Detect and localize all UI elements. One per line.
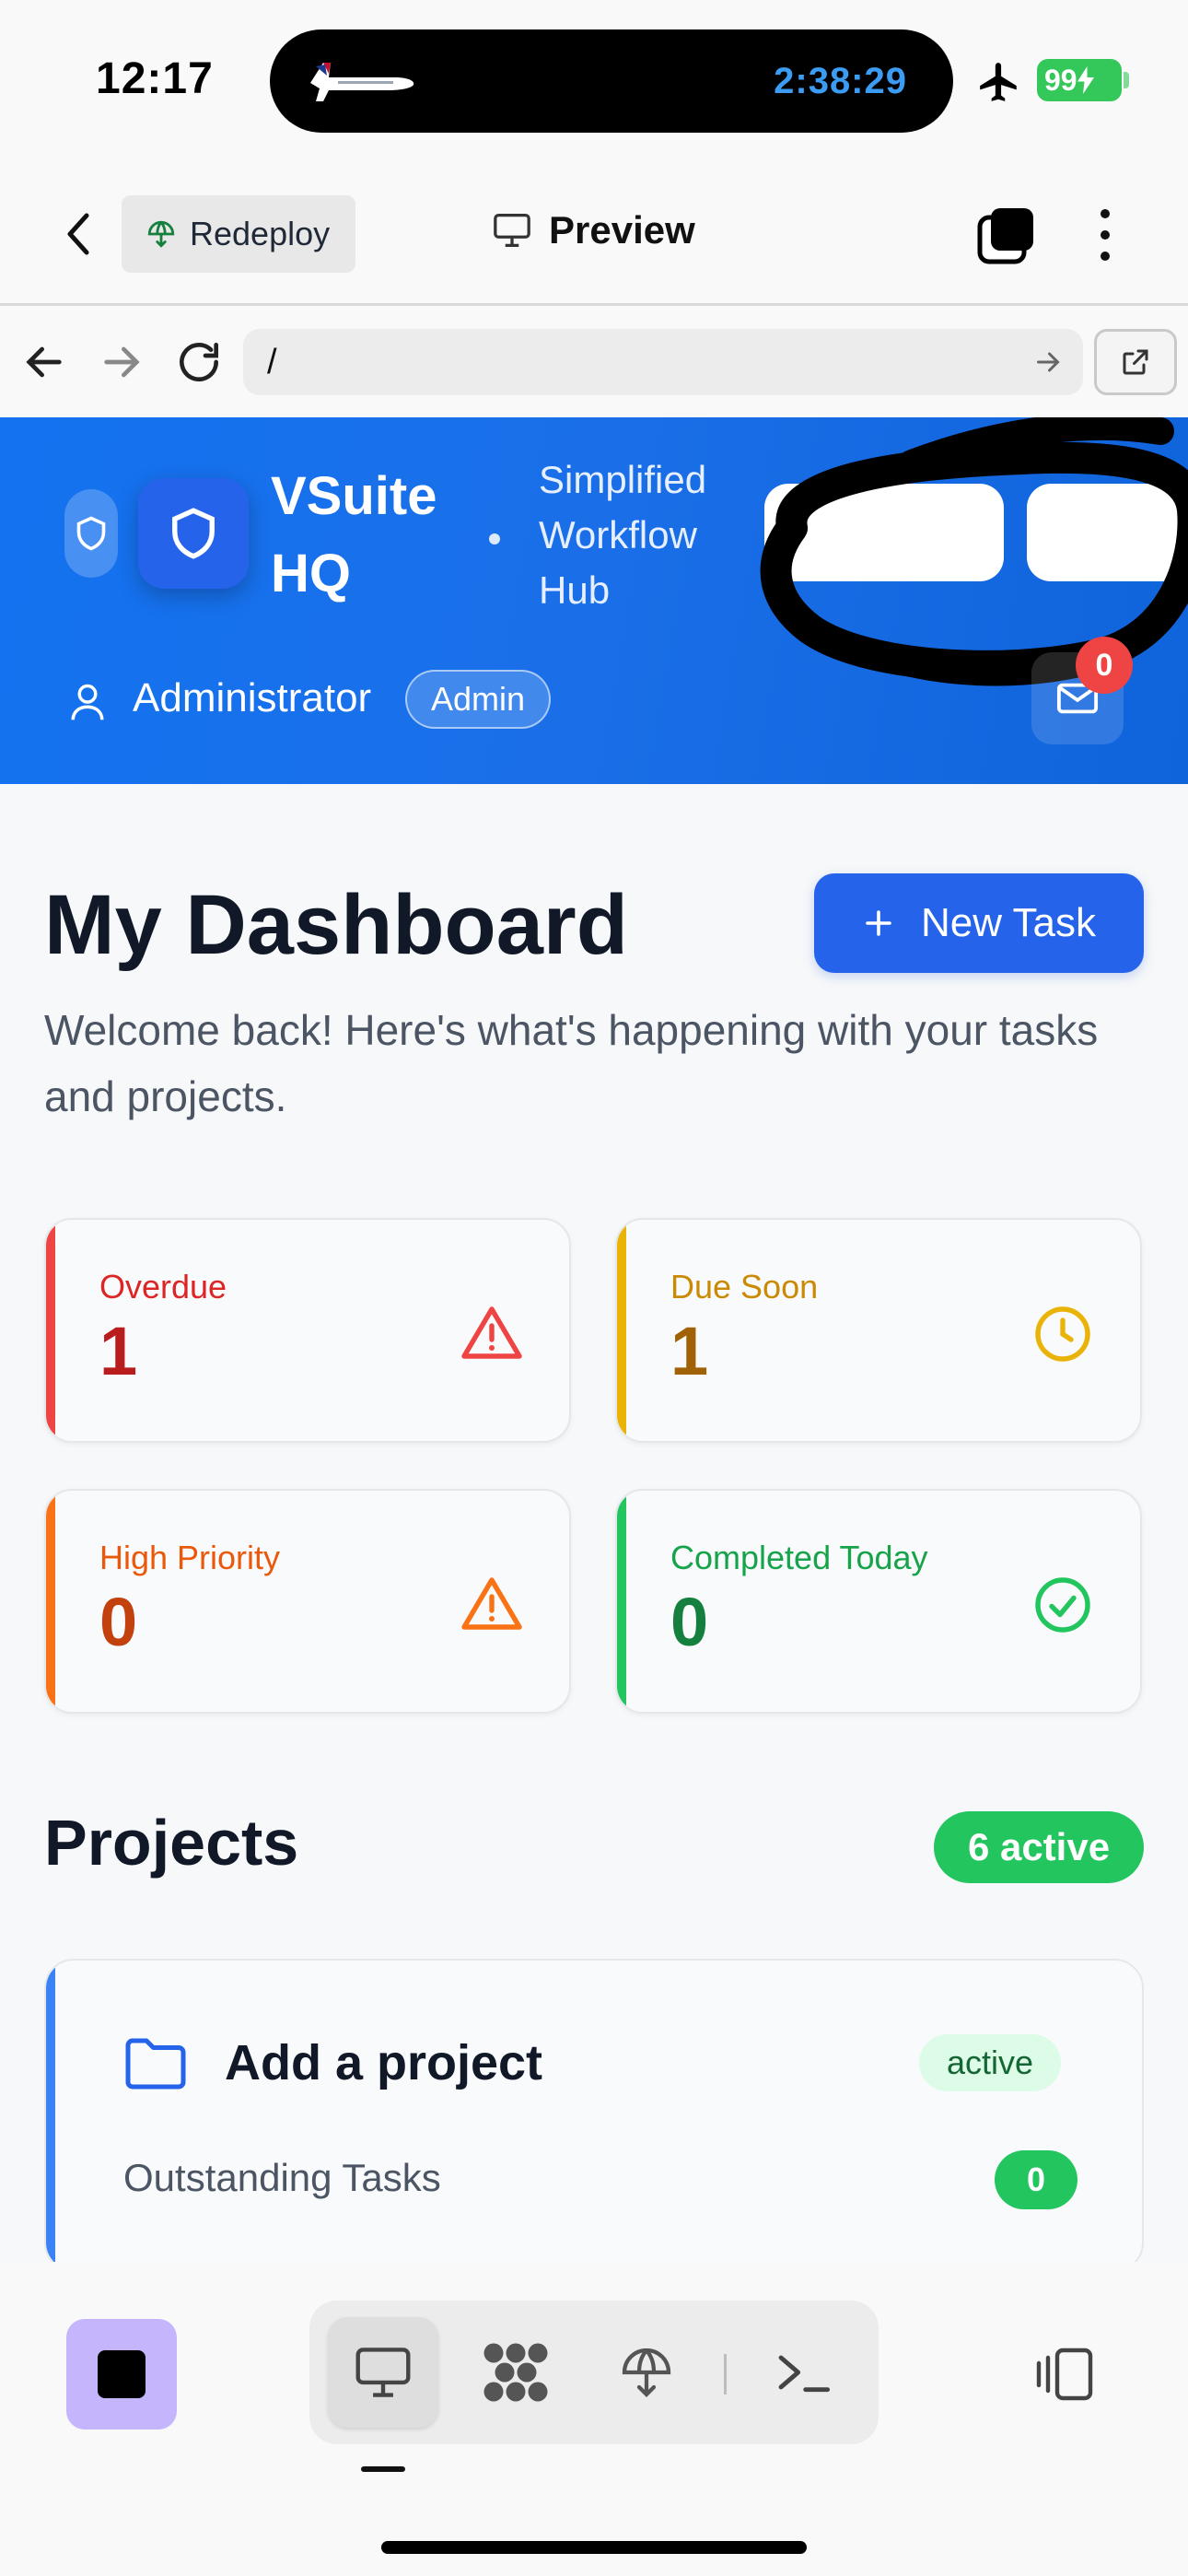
preview-label: Preview [549, 208, 695, 252]
stat-accent-bar [617, 1491, 626, 1712]
charging-bolt-icon [1077, 66, 1094, 94]
view-switcher [309, 2301, 879, 2444]
outstanding-tasks-count: 0 [995, 2150, 1077, 2209]
reload-icon[interactable] [173, 336, 225, 388]
stat-accent-bar [617, 1220, 626, 1441]
tagline-line-1: Simplified [539, 458, 707, 501]
monitor-icon [355, 2348, 411, 2397]
tabs-icon[interactable] [976, 205, 1037, 265]
stat-card-high-priority[interactable]: High Priority 0 [44, 1489, 571, 1714]
shield-logo-icon [172, 508, 215, 559]
project-name: Add a project [225, 2035, 543, 2090]
project-card[interactable]: Add a project active Outstanding Tasks 0 [44, 1959, 1144, 2272]
status-bar: 12:17 2:38:29 99 [0, 0, 1188, 166]
brand-line-2: HQ [271, 544, 351, 603]
stat-accent-bar [46, 1491, 55, 1712]
brand-tagline: Simplified Workflow Hub [539, 452, 760, 618]
deploy-icon [147, 220, 175, 248]
projects-heading: Projects [44, 1807, 299, 1879]
user-icon [71, 684, 104, 720]
sidebar-toggle[interactable] [64, 489, 118, 578]
airline-plane-icon [310, 63, 414, 101]
tagline-line-2: Workflow [539, 513, 697, 556]
tab-apps[interactable] [460, 2317, 571, 2428]
shield-icon [76, 516, 106, 551]
live-activity-timer: 2:38:29 [774, 61, 907, 101]
terminal-icon [778, 2355, 831, 2393]
stat-accent-bar [46, 1220, 55, 1441]
folder-icon [125, 2038, 186, 2090]
tab-terminal[interactable] [748, 2317, 858, 2428]
alert-triangle-icon [461, 1577, 522, 1630]
url-text: / [267, 342, 277, 381]
clock-icon [1035, 1306, 1090, 1362]
active-projects-badge: 6 active [934, 1811, 1144, 1883]
open-external-button[interactable] [1094, 329, 1177, 395]
stat-value: 1 [99, 1313, 138, 1389]
project-accent-bar [46, 1961, 55, 2270]
welcome-message: Welcome back! Here's what's happening wi… [44, 1006, 1099, 1120]
notification-count-badge: 0 [1076, 637, 1133, 694]
deploy-icon [622, 2348, 671, 2398]
preview-title: Preview [492, 208, 695, 252]
redeploy-button[interactable]: Redeploy [122, 195, 355, 273]
app-toolbar: Redeploy Preview [0, 166, 1188, 306]
tab-preview[interactable] [328, 2317, 438, 2428]
app-header: VSuite HQ Simplified Workflow Hub Admini… [0, 417, 1188, 784]
stat-label: High Priority [99, 1539, 281, 1576]
back-chevron-icon[interactable] [55, 206, 101, 262]
stat-card-completed-today[interactable]: Completed Today 0 [615, 1489, 1142, 1714]
battery-tip [1124, 72, 1129, 88]
user-name: Administrator [133, 675, 372, 720]
status-time: 12:17 [96, 54, 214, 103]
grid-dots-icon [483, 2343, 548, 2402]
stat-value: 1 [670, 1313, 709, 1389]
stat-label: Completed Today [670, 1539, 928, 1576]
url-input[interactable]: / [243, 329, 1083, 395]
tab-divider [724, 2354, 727, 2395]
device-layout-icon[interactable] [1031, 2345, 1101, 2404]
project-status-badge: active [919, 2034, 1062, 2091]
redeploy-label: Redeploy [190, 215, 331, 252]
role-badge: Admin [405, 670, 552, 729]
new-task-label: New Task [921, 900, 1096, 945]
stat-card-due-soon[interactable]: Due Soon 1 [615, 1218, 1142, 1443]
alert-triangle-icon [461, 1306, 522, 1359]
stop-icon [98, 2350, 146, 2398]
page-title: My Dashboard [44, 878, 628, 972]
nav-back-icon[interactable] [18, 336, 70, 388]
check-circle-icon [1035, 1577, 1090, 1633]
tab-deploy[interactable] [591, 2317, 702, 2428]
stat-label: Overdue [99, 1268, 227, 1306]
nav-forward-icon[interactable] [96, 336, 147, 388]
stat-label: Due Soon [670, 1268, 819, 1306]
stop-button[interactable] [66, 2319, 177, 2430]
brand-name: VSuite HQ [271, 458, 483, 613]
stat-value: 0 [99, 1584, 138, 1660]
tagline-line-3: Hub [539, 568, 611, 612]
more-options-icon[interactable] [1087, 203, 1124, 267]
bottom-dock [0, 2262, 1188, 2576]
selected-tab-indicator [361, 2466, 405, 2472]
battery-level: 99 [1044, 63, 1077, 97]
brand-line-1: VSuite [271, 466, 437, 526]
airplane-mode-icon [980, 63, 1017, 101]
url-bar: / [0, 309, 1188, 417]
home-indicator [381, 2541, 807, 2554]
dynamic-island[interactable]: 2:38:29 [270, 29, 953, 133]
plus-icon [866, 910, 891, 936]
stat-value: 0 [670, 1584, 709, 1660]
external-link-icon [1123, 349, 1148, 375]
stat-card-overdue[interactable]: Overdue 1 [44, 1218, 571, 1443]
go-arrow-icon[interactable] [1031, 345, 1065, 379]
monitor-icon [494, 213, 530, 247]
outstanding-tasks-label: Outstanding Tasks [123, 2156, 441, 2199]
app-logo [138, 478, 249, 589]
battery-indicator: 99 [1037, 59, 1122, 101]
new-task-button[interactable]: New Task [814, 873, 1144, 973]
separator-dot [489, 533, 500, 544]
